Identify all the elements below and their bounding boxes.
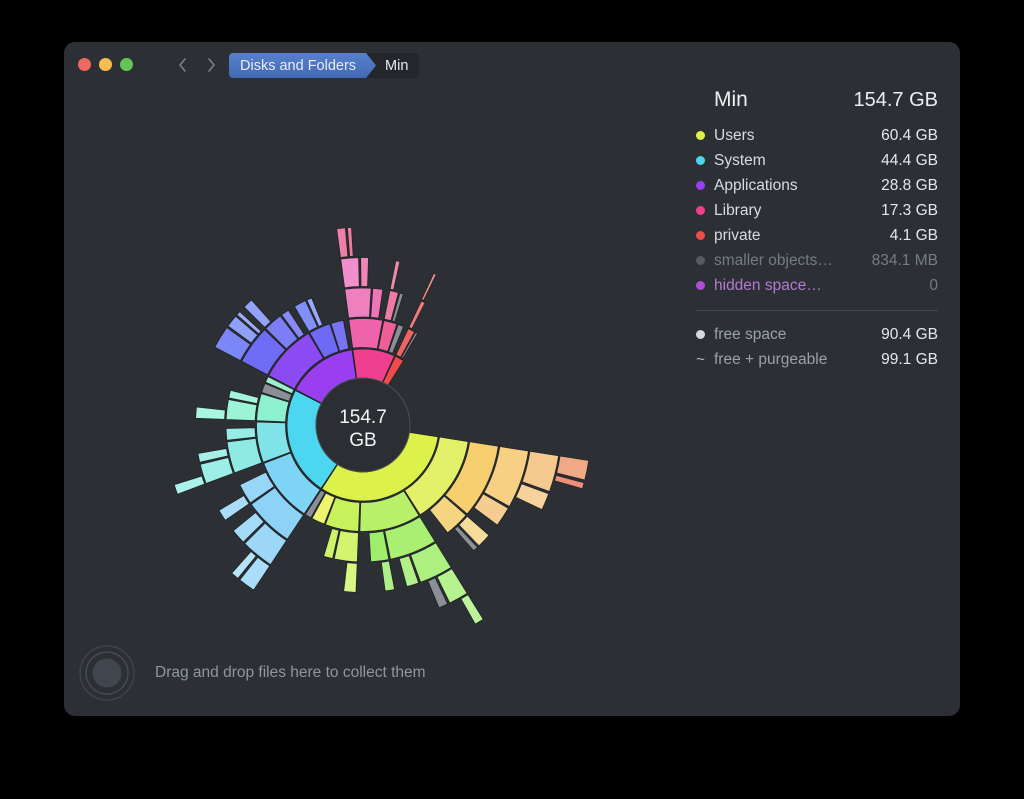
- navigation-arrows: [172, 53, 221, 77]
- legend-item[interactable]: hidden space… 0: [692, 273, 944, 298]
- legend-item-label: private: [714, 226, 761, 244]
- legend-item-label: hidden space…: [714, 276, 822, 294]
- sunburst-segment[interactable]: [173, 475, 206, 495]
- sunburst-segment[interactable]: [380, 560, 396, 592]
- legend-color-dot: [696, 131, 705, 140]
- legend-color-dot: [696, 206, 705, 215]
- legend-panel: Min 154.7 GB Users 60.4 GB System 44.4 GB Ap…: [692, 88, 944, 372]
- legend-item-value: 17.3 GB: [881, 201, 938, 219]
- sunburst-segment[interactable]: [346, 226, 354, 257]
- drop-target-rings-icon: [79, 645, 135, 701]
- window-controls: [78, 58, 133, 71]
- legend-total-value: 154.7 GB: [853, 89, 938, 111]
- sunburst-segment[interactable]: [344, 287, 372, 319]
- drop-zone-hint: Drag and drop files here to collect them: [155, 664, 426, 681]
- legend-divider: [696, 310, 938, 311]
- breadcrumb-label: Min: [385, 57, 409, 74]
- tilde-marker: ~: [696, 351, 705, 368]
- sunburst-segment[interactable]: [408, 300, 426, 330]
- legend-footer-label: free + purgeable: [714, 350, 828, 368]
- sunburst-chart[interactable]: 154.7 GB: [64, 86, 684, 646]
- legend-color-dot: [696, 156, 705, 165]
- sunburst-segment[interactable]: [195, 406, 226, 420]
- legend-footer-value: 99.1 GB: [881, 350, 938, 368]
- legend-footer-label: free space: [714, 325, 787, 343]
- sunburst-segment[interactable]: [421, 272, 437, 301]
- legend-color-dot: [696, 281, 705, 290]
- legend-color-dot: [696, 256, 705, 265]
- sunburst-svg[interactable]: 154.7 GB: [64, 86, 684, 646]
- close-button[interactable]: [78, 58, 91, 71]
- back-button[interactable]: [172, 53, 192, 77]
- legend-item[interactable]: smaller objects… 834.1 MB: [692, 248, 944, 273]
- legend-item-list: Users 60.4 GB System 44.4 GB Applications 28.…: [692, 123, 944, 298]
- sunburst-segment[interactable]: [340, 257, 360, 289]
- legend-header: Min 154.7 GB: [692, 88, 944, 112]
- legend-item[interactable]: Applications 28.8 GB: [692, 173, 944, 198]
- window-titlebar: Disks and Folders Min: [64, 42, 960, 86]
- legend-item-label: System: [714, 151, 766, 169]
- legend-item[interactable]: System 44.4 GB: [692, 148, 944, 173]
- sunburst-segment[interactable]: [225, 427, 257, 441]
- legend-item-label: Applications: [714, 176, 798, 194]
- sunburst-segment[interactable]: [458, 515, 490, 547]
- hub-total-value: 154.7: [339, 407, 387, 428]
- sunburst-segment[interactable]: [360, 257, 369, 287]
- legend-item-value: 4.1 GB: [889, 226, 938, 244]
- hub-total-unit: GB: [349, 430, 376, 451]
- legend-color-dot: [696, 330, 705, 339]
- breadcrumb-label: Disks and Folders: [240, 57, 357, 74]
- app-window: Disks and Folders Min 154.7 GB Min 154.7…: [64, 42, 960, 716]
- legend-item-label: smaller objects…: [714, 251, 833, 269]
- legend-color-dot: [696, 181, 705, 190]
- legend-item-label: Library: [714, 201, 762, 219]
- sunburst-segment[interactable]: [370, 287, 384, 319]
- legend-item[interactable]: private 4.1 GB: [692, 223, 944, 248]
- sunburst-segment[interactable]: [218, 495, 250, 521]
- legend-item-value: 0: [929, 276, 938, 294]
- sunburst-segment[interactable]: [226, 437, 263, 474]
- legend-item-value: 28.8 GB: [881, 176, 938, 194]
- minimize-button[interactable]: [99, 58, 112, 71]
- legend-footer-list: free space 90.4 GB ~ free + purgeable 99.1 G…: [692, 322, 944, 372]
- zoom-button[interactable]: [120, 58, 133, 71]
- legend-item[interactable]: Library 17.3 GB: [692, 198, 944, 223]
- legend-item-value: 834.1 MB: [871, 251, 938, 269]
- legend-footer-value: 90.4 GB: [881, 325, 938, 343]
- legend-item-value: 60.4 GB: [881, 126, 938, 144]
- sunburst-segment[interactable]: [389, 260, 401, 291]
- legend-item-label: Users: [714, 126, 755, 144]
- legend-footer-item: ~ free + purgeable 99.1 GB: [692, 347, 944, 372]
- sunburst-segment[interactable]: [460, 594, 484, 625]
- forward-button[interactable]: [201, 53, 221, 77]
- sunburst-segment[interactable]: [336, 227, 349, 258]
- legend-item-value: 44.4 GB: [881, 151, 938, 169]
- drop-zone[interactable]: Drag and drop files here to collect them: [78, 644, 426, 702]
- legend-footer-item: free space 90.4 GB: [692, 322, 944, 347]
- sunburst-segment[interactable]: [343, 562, 358, 593]
- legend-color-dot: [696, 231, 705, 240]
- breadcrumb: Disks and Folders Min: [229, 53, 420, 78]
- breadcrumb-item-disks-and-folders[interactable]: Disks and Folders: [229, 53, 376, 78]
- legend-item[interactable]: Users 60.4 GB: [692, 123, 944, 148]
- sunburst-segment[interactable]: [348, 318, 384, 350]
- legend-title: Min: [714, 88, 748, 111]
